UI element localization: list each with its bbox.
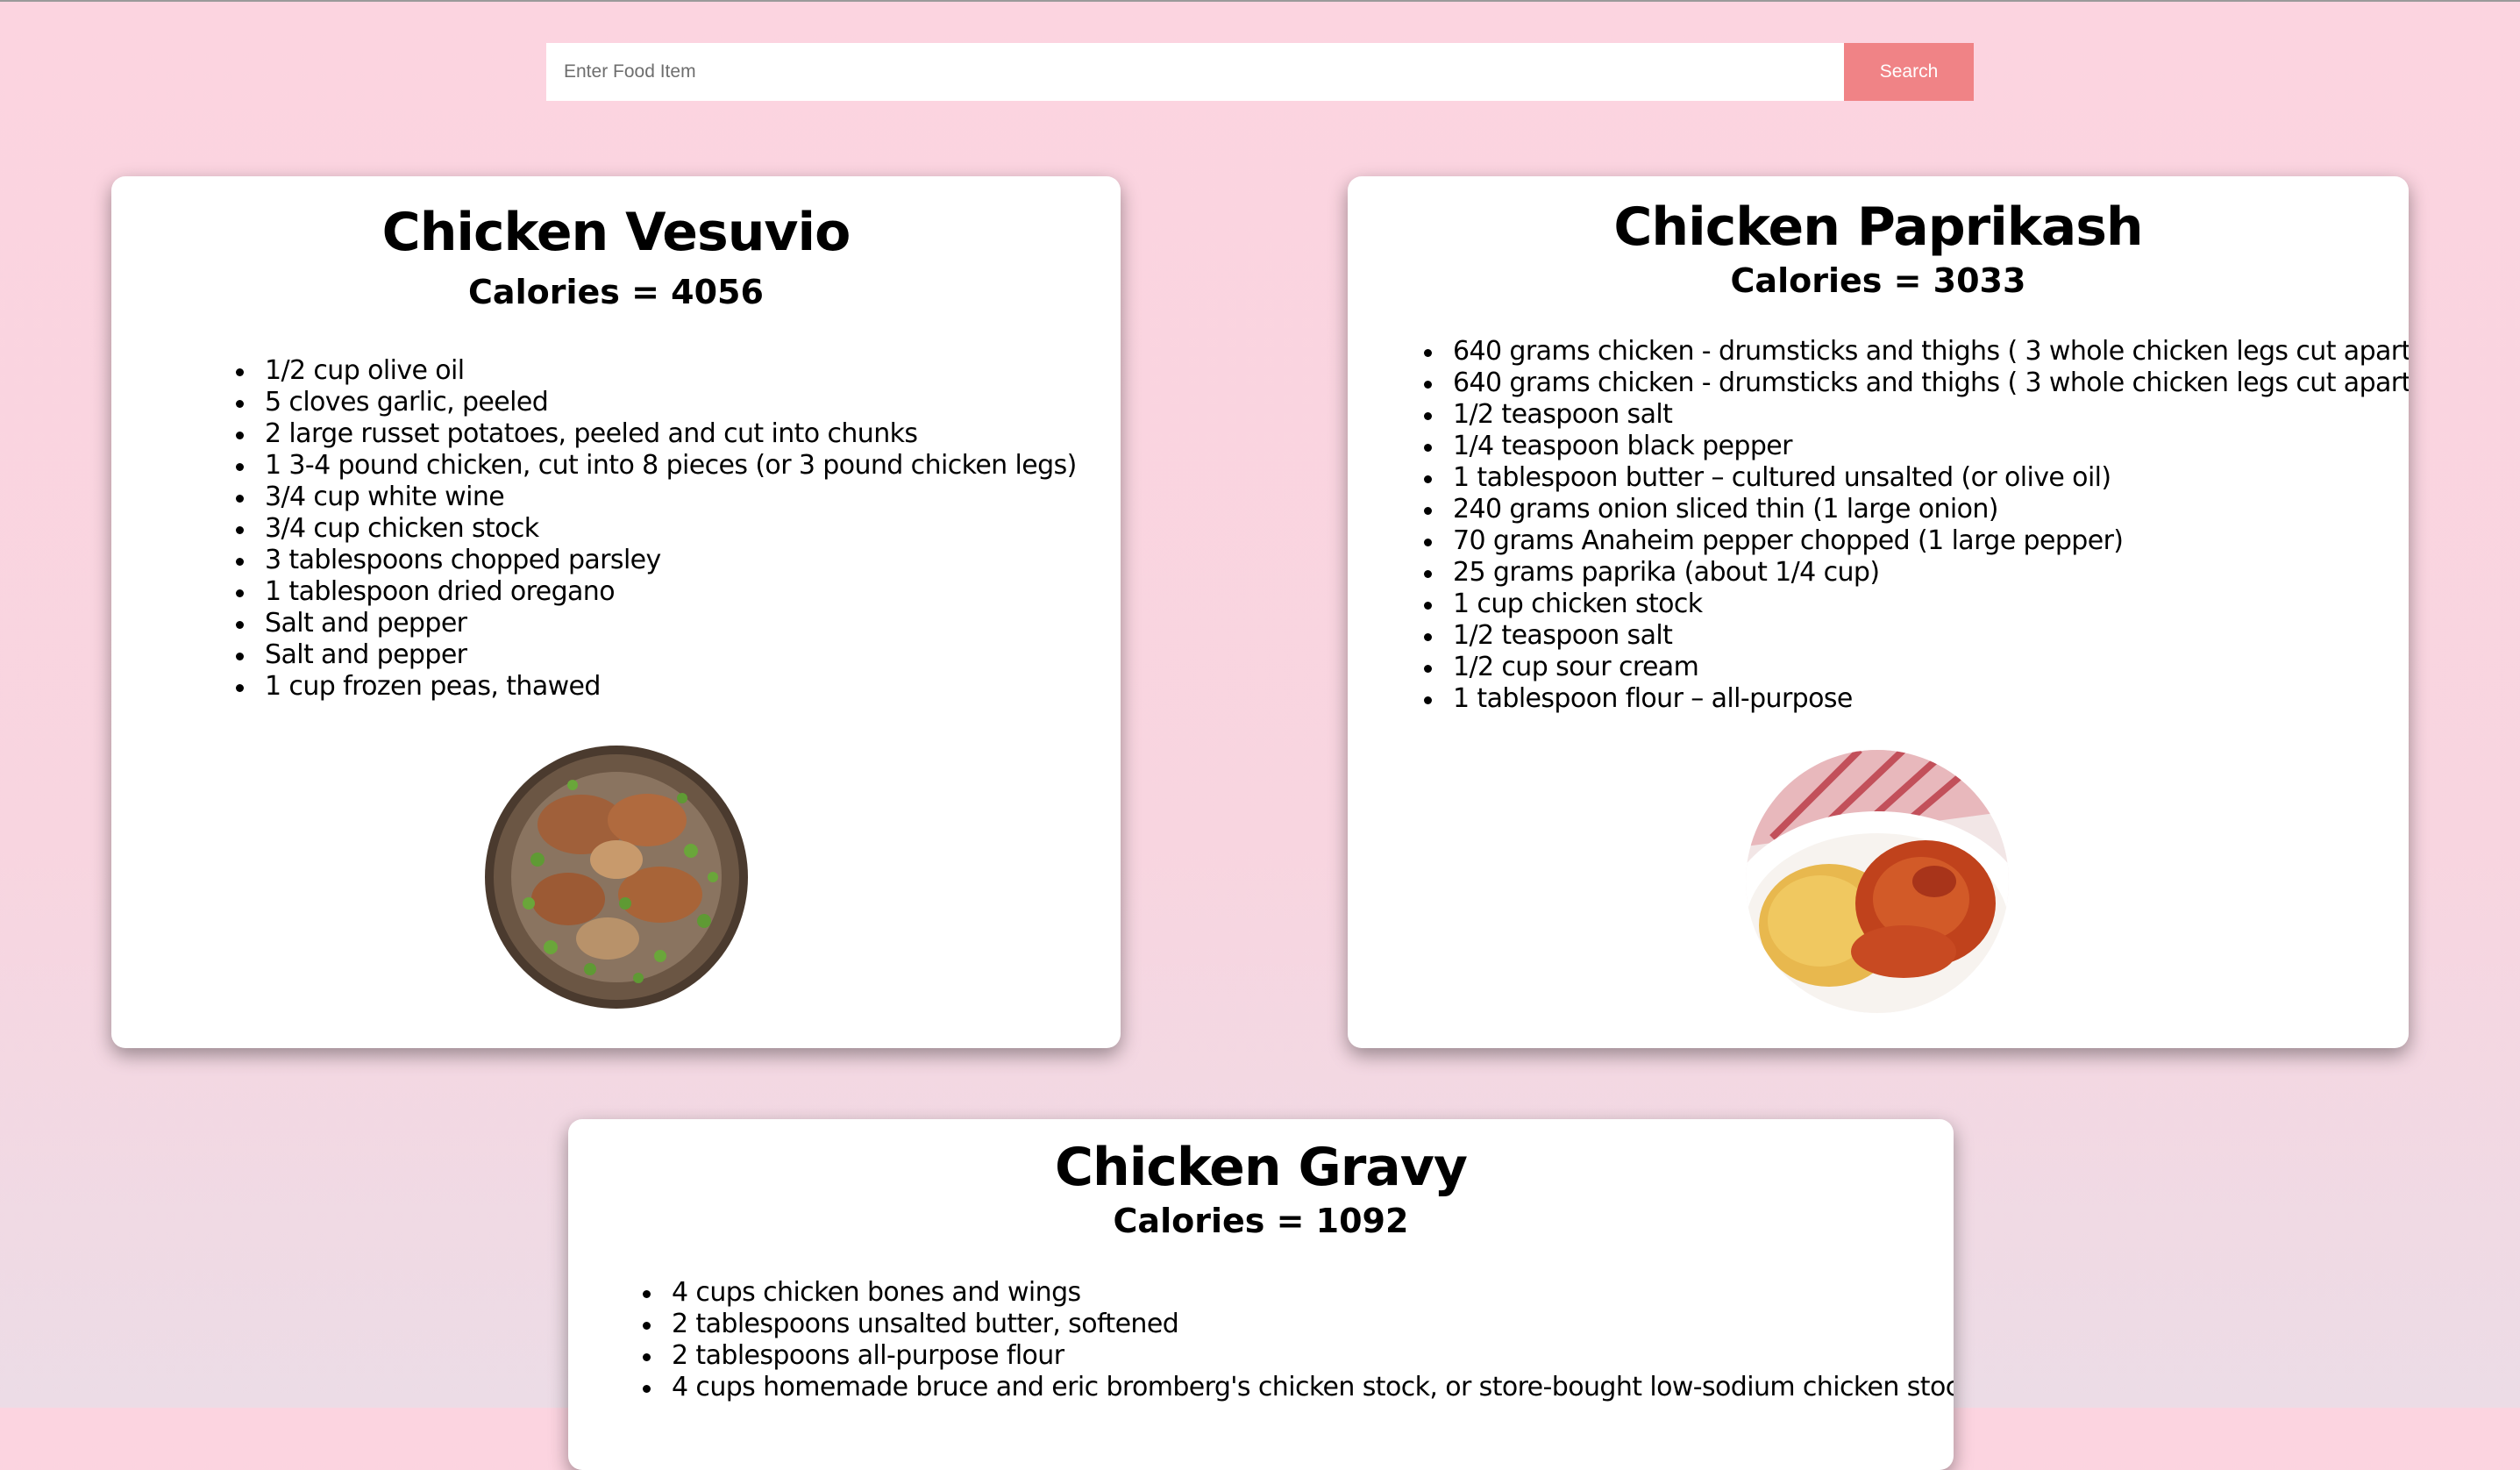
ingredient-item: 240 grams onion sliced thin (1 large oni… — [1424, 494, 2409, 525]
recipe-title: Chicken Gravy — [1054, 1137, 1468, 1198]
ingredient-item: 1 tablespoon dried oregano — [236, 576, 1077, 608]
search-bar: Search — [546, 43, 1974, 101]
ingredient-item: 2 tablespoons unsalted butter, softened — [642, 1309, 1954, 1340]
ingredient-item: 3 tablespoons chopped parsley — [236, 545, 1077, 576]
ingredient-item: 1 cup frozen peas, thawed — [236, 671, 1077, 703]
ingredient-item: 4 cups homemade bruce and eric bromberg'… — [642, 1372, 1954, 1403]
ingredient-item: 2 tablespoons all-purpose flour — [642, 1340, 1954, 1372]
ingredient-item: 1/2 cup sour cream — [1424, 652, 2409, 683]
ingredient-list: 1/2 cup olive oil 5 cloves garlic, peele… — [236, 355, 1077, 703]
ingredient-item: 640 grams chicken - drumsticks and thigh… — [1424, 368, 2409, 399]
ingredient-item: 1/2 teaspoon salt — [1424, 399, 2409, 431]
ingredient-list: 4 cups chicken bones and wings 2 tablesp… — [642, 1277, 1954, 1403]
ingredient-item: 2 large russet potatoes, peeled and cut … — [236, 418, 1077, 450]
recipe-card-chicken-gravy: Chicken Gravy Calories = 1092 4 cups chi… — [568, 1119, 1954, 1470]
recipe-title: Chicken Paprikash — [1613, 196, 2143, 258]
recipe-photo — [485, 746, 748, 1009]
ingredient-item: 70 grams Anaheim pepper chopped (1 large… — [1424, 525, 2409, 557]
ingredient-item: 1/2 teaspoon salt — [1424, 620, 2409, 652]
recipe-card-chicken-paprikash: Chicken Paprikash Calories = 3033 640 gr… — [1348, 176, 2409, 1048]
recipe-calories: Calories = 3033 — [1730, 261, 2026, 300]
ingredient-item: 4 cups chicken bones and wings — [642, 1277, 1954, 1309]
ingredient-item: 1/2 cup olive oil — [236, 355, 1077, 387]
recipe-calories: Calories = 4056 — [468, 273, 764, 311]
ingredient-item: 3/4 cup white wine — [236, 482, 1077, 513]
ingredient-item: 1 tablespoon flour – all-purpose — [1424, 683, 2409, 715]
ingredient-item: 1/4 teaspoon black pepper — [1424, 431, 2409, 462]
ingredient-item: 3/4 cup chicken stock — [236, 513, 1077, 545]
ingredient-item: Salt and pepper — [236, 639, 1077, 671]
ingredient-item: 640 grams chicken - drumsticks and thigh… — [1424, 336, 2409, 368]
ingredient-item: 1 cup chicken stock — [1424, 589, 2409, 620]
ingredient-item: 25 grams paprika (about 1/4 cup) — [1424, 557, 2409, 589]
window-top-border — [0, 0, 2520, 2]
ingredient-item: 5 cloves garlic, peeled — [236, 387, 1077, 418]
search-input[interactable] — [546, 43, 1844, 101]
ingredient-item: Salt and pepper — [236, 608, 1077, 639]
ingredient-item: 1 3-4 pound chicken, cut into 8 pieces (… — [236, 450, 1077, 481]
recipe-title: Chicken Vesuvio — [381, 202, 851, 263]
ingredient-list: 640 grams chicken - drumsticks and thigh… — [1424, 336, 2409, 715]
recipe-card-chicken-vesuvio: Chicken Vesuvio Calories = 4056 1/2 cup … — [111, 176, 1121, 1048]
recipe-photo — [1746, 750, 2009, 1013]
ingredient-item: 1 tablespoon butter – cultured unsalted … — [1424, 462, 2409, 494]
recipe-calories: Calories = 1092 — [1113, 1202, 1409, 1240]
search-button[interactable]: Search — [1844, 43, 1974, 101]
